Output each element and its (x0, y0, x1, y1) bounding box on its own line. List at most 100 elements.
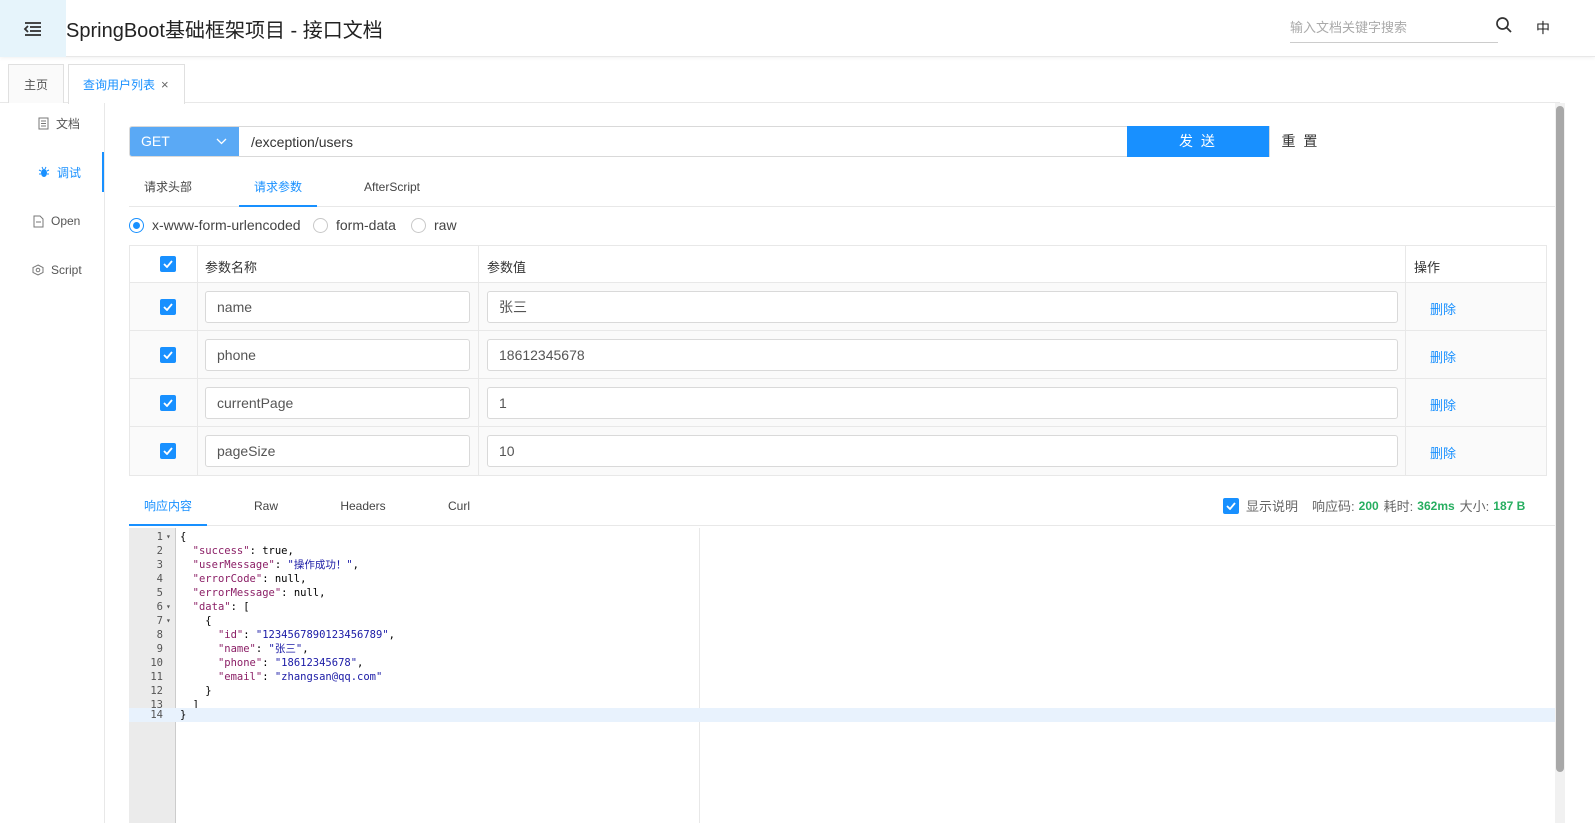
search-box (1290, 14, 1498, 43)
sidebar-item-open[interactable]: Open (0, 201, 104, 241)
param-value-input[interactable] (487, 291, 1398, 323)
code-line: 5 "errorMessage": null, (156, 587, 326, 599)
scrollbar-thumb[interactable] (1556, 106, 1564, 772)
tab-response-headers[interactable]: Headers (329, 487, 397, 526)
code-line: 9 "name": "张三", (156, 643, 309, 655)
radio-raw[interactable]: raw (411, 217, 457, 233)
fold-arrow-icon[interactable]: ▾ (166, 600, 171, 614)
sidebar-item-script[interactable]: Script (0, 250, 104, 290)
table-row: 删除 (130, 331, 1546, 379)
app-title: SpringBoot基础框架项目 - 接口文档 (66, 20, 383, 42)
column-divider (478, 246, 479, 475)
radio-x-www-form-urlencoded[interactable]: x-www-form-urlencoded (129, 217, 301, 233)
sidebar-item-label: 文档 (56, 116, 81, 131)
request-subtabs: 请求头部 请求参数 AfterScript (129, 168, 1555, 207)
code-line: 2 "success": true, (156, 545, 294, 557)
radio-circle (129, 217, 144, 233)
param-name-input[interactable] (205, 339, 470, 371)
send-button[interactable]: 发 送 (1127, 126, 1269, 157)
time-label: 耗时: (1383, 499, 1414, 514)
header-param-name: 参数名称 (205, 260, 258, 275)
sidebar-item-doc[interactable]: 文档 (0, 103, 104, 143)
params-table: 参数名称 参数值 操作 删除 删除 删除 删除 (129, 245, 1547, 476)
size-label: 大小: (1459, 499, 1490, 514)
sidebar-item-label: Script (51, 263, 82, 277)
code-line: 12 } (150, 685, 212, 697)
code-line: 3 "userMessage": "操作成功！", (156, 559, 359, 571)
method-value: GET (141, 133, 170, 149)
close-icon[interactable]: × (161, 77, 169, 92)
tab-request-headers[interactable]: 请求头部 (129, 168, 207, 207)
tab-response-raw[interactable]: Raw (239, 487, 293, 526)
radio-label: x-www-form-urlencoded (152, 217, 301, 233)
tab-active-label: 查询用户列表 (83, 78, 156, 92)
param-name-input[interactable] (205, 291, 470, 323)
url-input[interactable] (240, 127, 1127, 156)
page-tabbar: 主页 查询用户列表 × (0, 57, 1560, 104)
row-checkbox[interactable] (160, 395, 176, 411)
fold-arrow-icon[interactable]: ▾ (166, 530, 171, 544)
response-meta: 显示说明 响应码: 200 耗时: 362ms 大小: 187 B (1223, 496, 1530, 515)
tab-response-curl[interactable]: Curl (435, 487, 483, 526)
show-description-checkbox[interactable] (1223, 497, 1239, 514)
delete-row-link[interactable]: 删除 (1430, 395, 1456, 414)
radio-label: form-data (336, 217, 396, 233)
sidebar-item-label: 调试 (57, 165, 82, 180)
search-icon[interactable] (1495, 16, 1515, 36)
radio-circle (411, 217, 426, 233)
code-line: 8 "id": "1234567890123456789", (156, 629, 395, 641)
show-description-label: 显示说明 (1246, 499, 1299, 514)
param-value-input[interactable] (487, 339, 1398, 371)
response-code-editor[interactable]: 1 ▾{ 2 "success": true, 3 "userMessage": … (129, 528, 1555, 823)
sidebar-item-debug[interactable]: 调试 (0, 152, 104, 192)
param-name-input[interactable] (205, 435, 470, 467)
row-checkbox[interactable] (160, 299, 176, 315)
code-icon (32, 264, 44, 276)
radio-circle (313, 217, 328, 233)
code-line: 1 ▾{ (156, 530, 187, 544)
code-line-active: 14} (129, 708, 1555, 722)
column-divider (1405, 246, 1406, 475)
code-line: 10 "phone": "18612345678", (150, 657, 364, 669)
tab-home[interactable]: 主页 (8, 64, 64, 103)
code-line: 6 ▾ "data": [ (156, 600, 250, 614)
method-select[interactable]: GET (130, 127, 239, 156)
delete-row-link[interactable]: 删除 (1430, 347, 1456, 366)
tab-after-script[interactable]: AfterScript (351, 168, 433, 207)
radio-form-data[interactable]: form-data (313, 217, 396, 233)
param-name-input[interactable] (205, 387, 470, 419)
search-input[interactable] (1290, 14, 1490, 40)
table-row: 删除 (130, 427, 1546, 475)
request-bar: GET 发 送 重 置 (129, 126, 1331, 157)
top-header: SpringBoot基础框架项目 - 接口文档 中 (0, 0, 1595, 57)
code-line: 4 "errorCode": null, (156, 573, 307, 585)
param-value-input[interactable] (487, 387, 1398, 419)
size-value: 187 B (1493, 498, 1526, 513)
param-value-input[interactable] (487, 435, 1398, 467)
tab-query-user-list[interactable]: 查询用户列表 × (68, 64, 185, 104)
fold-arrow-icon[interactable]: ▾ (166, 614, 171, 628)
tab-request-params[interactable]: 请求参数 (239, 168, 317, 207)
bug-icon (38, 166, 50, 177)
select-all-checkbox[interactable] (160, 256, 176, 272)
time-value: 362ms (1417, 498, 1455, 513)
params-table-header: 参数名称 参数值 操作 (130, 246, 1546, 283)
delete-row-link[interactable]: 删除 (1430, 443, 1456, 462)
column-divider (197, 246, 198, 475)
file-icon (33, 215, 44, 227)
header-action: 操作 (1414, 260, 1441, 275)
status-code-value: 200 (1358, 498, 1379, 513)
status-code-label: 响应码: (1312, 499, 1355, 514)
language-switch[interactable]: 中 (1536, 18, 1550, 38)
table-row: 删除 (130, 283, 1546, 331)
menu-fold-icon[interactable] (0, 0, 66, 57)
header-param-value: 参数值 (487, 260, 527, 275)
chevron-down-icon (216, 138, 227, 145)
code-line: 7 ▾ { (156, 614, 212, 628)
row-checkbox[interactable] (160, 347, 176, 363)
sidebar: 文档 调试 Open Script (0, 103, 105, 823)
row-checkbox[interactable] (160, 443, 176, 459)
reset-button[interactable]: 重 置 (1269, 126, 1331, 157)
tab-response-content[interactable]: 响应内容 (129, 487, 207, 526)
delete-row-link[interactable]: 删除 (1430, 299, 1456, 318)
